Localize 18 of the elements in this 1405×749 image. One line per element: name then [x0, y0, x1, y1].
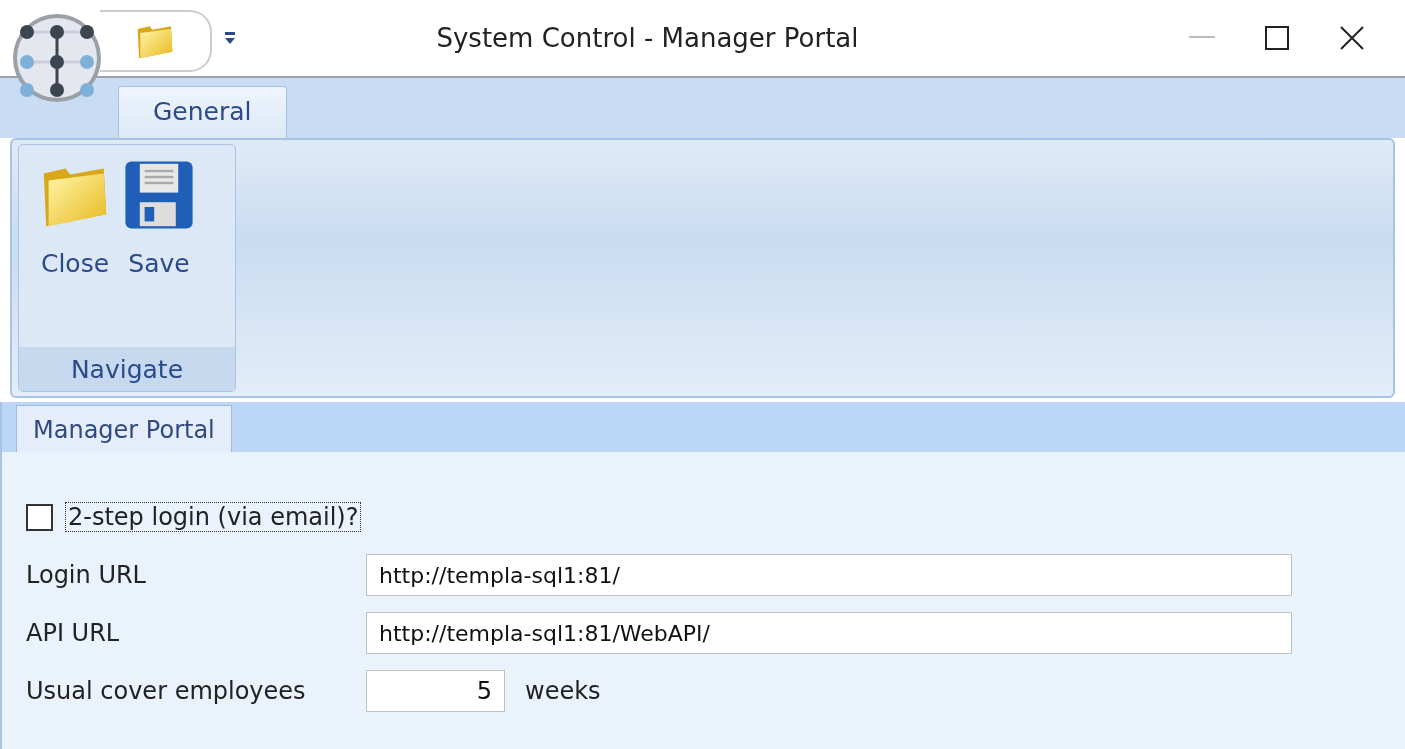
unit-label: weeks	[525, 677, 601, 705]
checkbox[interactable]	[26, 503, 53, 531]
input-field[interactable]: http://templa-sql1:81/	[366, 554, 1292, 596]
save-button[interactable]: Save	[123, 159, 195, 347]
number-field[interactable]: 5	[366, 670, 505, 712]
field-label: API URL	[26, 619, 121, 647]
close-button[interactable]: Close	[39, 159, 111, 347]
checkbox-label[interactable]: 2-step login (via email)?	[65, 502, 362, 532]
maximize-icon[interactable]	[1265, 26, 1289, 50]
input-field[interactable]: http://templa-sql1:81/WebAPI/	[366, 612, 1292, 654]
ribbon-tab[interactable]: General	[118, 86, 287, 138]
field-label: Login URL	[26, 561, 147, 589]
group-label: Navigate	[19, 347, 235, 391]
window-title: System Control - Manager Portal	[435, 23, 860, 53]
dropdown-icon[interactable]	[224, 31, 236, 45]
field-label: Usual cover employees	[26, 677, 307, 705]
document-tab[interactable]: Manager Portal	[16, 405, 232, 452]
close-icon[interactable]	[1339, 25, 1365, 51]
